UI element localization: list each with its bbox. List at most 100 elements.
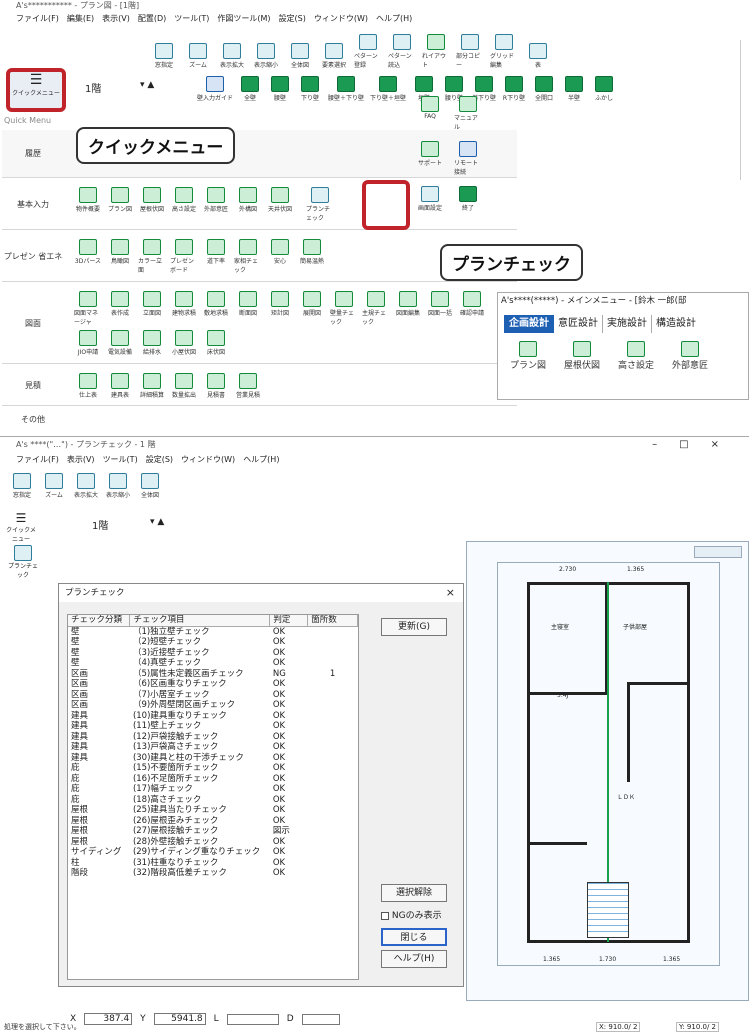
menu-tools[interactable]: ツール(T) xyxy=(174,12,209,26)
table-row[interactable]: 区画 （6)区画重なりチェック OK xyxy=(68,679,358,690)
qm-present-board[interactable]: プレゼンボード xyxy=(170,239,198,274)
qm-safety[interactable]: 安心 xyxy=(266,239,294,274)
table-row[interactable]: 庇 (18)高さチェック OK xyxy=(68,795,358,806)
qm-remote[interactable]: リモート接続 xyxy=(454,140,482,176)
cmenu-view[interactable]: 表示(V) xyxy=(67,453,95,467)
table-row[interactable]: 建具 (11)壁上チェック OK xyxy=(68,721,358,732)
qm-quantity[interactable]: 数量拡出 xyxy=(170,372,198,399)
qm-detail-section[interactable]: 矩計図 xyxy=(266,291,294,326)
qm-table[interactable]: 表作成 xyxy=(106,291,134,326)
tool-select-element[interactable]: 要素選択 xyxy=(320,43,348,69)
mm-height[interactable]: 高さ設定 xyxy=(614,341,658,371)
table-row[interactable]: 区画 （9)外周壁閉区画チェック OK xyxy=(68,700,358,711)
qm-kasou[interactable]: 家相チェック xyxy=(234,239,262,274)
menu-file[interactable]: ファイル(F) xyxy=(16,12,59,26)
table-row[interactable]: 建具 (10)建具重なりチェック OK xyxy=(68,711,358,722)
table-row[interactable]: 壁 （1)独立壁チェック OK xyxy=(68,626,358,637)
qm-jio[interactable]: JIO申請 xyxy=(74,330,102,356)
table-row[interactable]: 階段 (32)階段高低差チェック OK xyxy=(68,868,358,879)
qm-estimate-doc[interactable]: 見積書 xyxy=(202,372,230,399)
table-row[interactable]: サイディング (29)サイディング重なりチェック OK xyxy=(68,847,358,858)
qm-development[interactable]: 展開図 xyxy=(298,291,326,326)
qm-3d[interactable]: 3Dパース xyxy=(74,239,102,274)
ctool-zoom[interactable]: ズーム xyxy=(40,473,68,499)
qm-birdseye[interactable]: 鳥瞰図 xyxy=(106,239,134,274)
canvas-buttons[interactable] xyxy=(694,546,742,558)
qm-plan-check[interactable]: プランチェック xyxy=(306,187,334,222)
cmenu-help[interactable]: ヘルプ(H) xyxy=(243,453,279,467)
qm-property-summary[interactable]: 物件概要 xyxy=(74,187,102,222)
qm-support[interactable]: サポート xyxy=(416,140,444,176)
tool-zoom[interactable]: ズーム xyxy=(184,43,212,69)
tool-partial-copy[interactable]: 部分コピー xyxy=(456,34,484,69)
ctool-fit-all[interactable]: 全体図 xyxy=(136,473,164,499)
menu-place[interactable]: 配置(D) xyxy=(138,12,166,26)
ctool-zoom-out[interactable]: 表示縮小 xyxy=(104,473,132,499)
cmenu-tools[interactable]: ツール(T) xyxy=(103,453,138,467)
qm-ceiling[interactable]: 天井伏図 xyxy=(266,187,294,222)
help-button[interactable]: ヘルプ(H) xyxy=(381,950,447,968)
table-row[interactable]: 屋根 (28)外壁接触チェック OK xyxy=(68,837,358,848)
tool-pattern-register[interactable]: ペターン登録 xyxy=(354,34,382,69)
qm-floor-plan[interactable]: 床伏図 xyxy=(202,330,230,356)
qm-finish-table[interactable]: 仕上表 xyxy=(74,372,102,399)
tab-planning[interactable]: 企画設計 xyxy=(504,315,554,333)
table-row[interactable]: 庇 (15)不要箇所チェック OK xyxy=(68,763,358,774)
tool-pattern-load[interactable]: ペターン読込 xyxy=(388,34,416,69)
qm-thermal[interactable]: 簡易温熱 xyxy=(298,239,326,274)
table-row[interactable]: 庇 (16)不足箇所チェック OK xyxy=(68,774,358,785)
wall-open[interactable]: 全開口 xyxy=(530,76,558,102)
qm-rate[interactable]: 道下率 xyxy=(202,239,230,274)
mm-roof[interactable]: 屋根伏図 xyxy=(560,341,604,371)
qm-color-elevation[interactable]: カラー立面 xyxy=(138,239,166,274)
tool-fit-all[interactable]: 全体図 xyxy=(286,43,314,69)
menu-help[interactable]: ヘルプ(H) xyxy=(376,12,412,26)
col-category[interactable]: チェック分類 xyxy=(68,615,131,627)
qm-drawing-manager[interactable]: 図面マネージャ xyxy=(74,291,102,326)
table-row[interactable]: 壁 （3)近接壁チェック OK xyxy=(68,648,358,659)
qm-detail-estimate[interactable]: 詳細積算 xyxy=(138,372,166,399)
table-row[interactable]: 壁 （2)短壁チェック OK xyxy=(68,637,358,648)
table-row[interactable]: 庇 (17)幅チェック OK xyxy=(68,784,358,795)
update-button[interactable]: 更新(G) xyxy=(381,618,447,636)
side-plan-check[interactable]: プランチェック xyxy=(6,545,40,579)
col-count[interactable]: 箇所数 xyxy=(307,615,358,627)
ng-only-checkbox[interactable]: NGのみ表示 xyxy=(381,908,442,921)
table-row[interactable]: 区画 （7)小居室チェック OK xyxy=(68,690,358,701)
close-button[interactable]: 閉じる xyxy=(381,928,447,946)
qm-drawing-edit[interactable]: 図面編集 xyxy=(394,291,422,326)
wall-furring[interactable]: ふかし xyxy=(590,76,618,102)
col-item[interactable]: チェック項目 xyxy=(129,615,271,627)
table-row[interactable]: 建具 (30)建具と柱の干渉チェック OK xyxy=(68,753,358,764)
menu-draw-tools[interactable]: 作図ツール(M) xyxy=(217,12,270,26)
table-row[interactable]: 屋根 (27)屋根接触チェック 図示 xyxy=(68,826,358,837)
qm-roof-plan[interactable]: 屋根伏図 xyxy=(138,187,166,222)
qm-height[interactable]: 高さ設定 xyxy=(170,187,198,222)
table-row[interactable]: 屋根 (25)建具当たりチェック OK xyxy=(68,805,358,816)
y-input[interactable]: 5941.8 xyxy=(153,1013,206,1025)
check-floor-dropdown-icon[interactable]: ▾ ▲ xyxy=(150,517,164,527)
floor-select[interactable]: 1階 xyxy=(85,80,101,95)
qm-elevation[interactable]: 立面図 xyxy=(138,291,166,326)
tool-window-select[interactable]: 窓指定 xyxy=(150,43,178,69)
cmenu-window[interactable]: ウィンドウ(W) xyxy=(181,453,235,467)
mm-exterior[interactable]: 外部意匠 xyxy=(668,341,712,371)
qm-wall-check[interactable]: 壁量チェック xyxy=(330,291,358,326)
col-result[interactable]: 判定 xyxy=(269,615,309,627)
l-input[interactable] xyxy=(226,1013,279,1025)
qm-external[interactable]: 外構図 xyxy=(234,187,262,222)
menu-settings[interactable]: 設定(S) xyxy=(279,12,306,26)
check-quick-menu-button[interactable]: ☰ クイックメニュー xyxy=(6,511,36,543)
qm-site-area[interactable]: 敷地求積 xyxy=(202,291,230,326)
qm-building-area[interactable]: 建物求積 xyxy=(170,291,198,326)
deselect-button[interactable]: 選択解除 xyxy=(381,884,447,902)
mm-plan[interactable]: プラン図 xyxy=(506,341,550,371)
qm-sales-estimate[interactable]: 営業見積 xyxy=(234,372,262,399)
qm-attic[interactable]: 小屋伏図 xyxy=(170,330,198,356)
ctool-window-select[interactable]: 窓指定 xyxy=(8,473,36,499)
d-input[interactable] xyxy=(301,1013,340,1025)
wall-half[interactable]: 半壁 xyxy=(560,76,588,102)
ctool-zoom-in[interactable]: 表示拡大 xyxy=(72,473,100,499)
qm-drawing-batch[interactable]: 図面一括 xyxy=(426,291,454,326)
tool-zoom-in[interactable]: 表示拡大 xyxy=(218,43,246,69)
